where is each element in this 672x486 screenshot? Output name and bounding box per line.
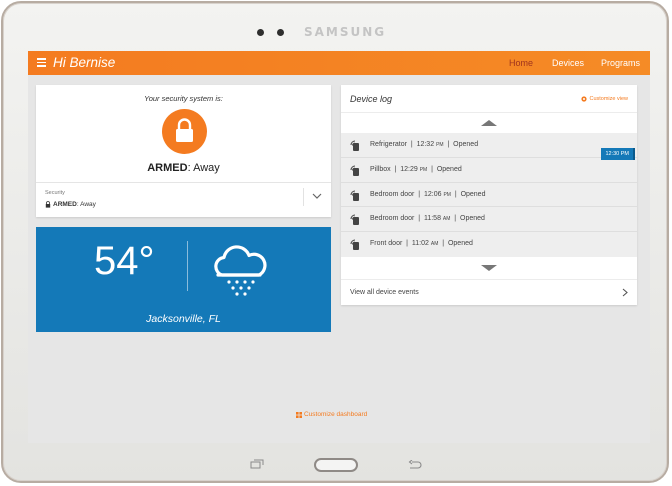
home-button[interactable] <box>314 458 358 472</box>
view-all-events-link[interactable]: View all device events <box>341 279 637 306</box>
top-bar: Hi Bernise Home Devices Programs <box>28 51 650 75</box>
nav-programs[interactable]: Programs <box>601 58 640 68</box>
sensor-icon <box>350 239 359 251</box>
small-lock-icon <box>45 201 51 208</box>
front-sensor <box>277 29 284 36</box>
arrow-down-icon <box>481 265 497 271</box>
device-log-card: Device log Customize view Refrigerator |… <box>341 85 637 305</box>
customize-view-link[interactable]: Customize view <box>581 96 628 102</box>
lock-icon <box>176 118 193 142</box>
device-log-list: Refrigerator | 12:32 PM | Opened Pillbox… <box>341 133 637 257</box>
log-entry[interactable]: Bedroom door | 12:06 PM | Opened <box>341 183 637 208</box>
back-icon[interactable] <box>408 460 423 470</box>
log-entry[interactable]: Front door | 11:02 AM | Opened <box>341 232 637 257</box>
divider <box>303 188 304 206</box>
grid-icon <box>296 411 302 418</box>
log-entry[interactable]: Bedroom door | 11:58 AM | Opened <box>341 207 637 233</box>
nav-home[interactable]: Home <box>509 58 533 68</box>
security-card: Your security system is: ARMED: Away Sec… <box>36 85 331 217</box>
device-brand: SAMSUNG <box>304 25 387 39</box>
log-entry-text: Pillbox | 12:29 PM | Opened <box>370 165 462 173</box>
greeting-text: Hi Bernise <box>53 55 116 70</box>
chevron-right-icon <box>622 288 628 297</box>
tablet-frame: SAMSUNG Hi Bernise Home Devices Programs… <box>1 1 669 483</box>
temperature: 54° <box>94 239 155 283</box>
rain-cloud-icon <box>214 245 267 296</box>
front-camera <box>257 29 264 36</box>
divider <box>187 241 188 291</box>
scroll-down-button[interactable] <box>341 257 637 279</box>
security-section-label: Security <box>45 190 65 196</box>
security-status: ARMED: Away <box>147 162 220 174</box>
log-entry-text: Bedroom door | 11:58 AM | Opened <box>370 215 485 223</box>
current-time-marker: 12:30 PM <box>601 148 635 160</box>
view-all-label: View all device events <box>350 289 419 296</box>
security-heading: Your security system is: <box>144 94 223 103</box>
device-log-title: Device log <box>350 94 393 104</box>
log-entry-text: Front door | 11:02 AM | Opened <box>370 240 473 248</box>
sensor-icon <box>350 165 359 176</box>
weather-location: Jacksonville, FL <box>146 313 221 325</box>
weather-card[interactable]: 54° Jacksonville, FL <box>36 227 331 332</box>
menu-icon[interactable] <box>37 58 46 67</box>
log-entry-text: Refrigerator | 12:32 PM | Opened <box>370 141 479 148</box>
log-entry[interactable]: Refrigerator | 12:32 PM | Opened <box>341 133 637 158</box>
chevron-down-icon[interactable] <box>312 192 322 200</box>
nav-devices[interactable]: Devices <box>552 58 584 68</box>
recent-apps-icon[interactable] <box>250 459 264 469</box>
security-status-button[interactable] <box>162 109 207 154</box>
log-entry[interactable]: Pillbox | 12:29 PM | Opened <box>341 158 637 183</box>
customize-dashboard-link[interactable]: Customize dashboard <box>296 411 367 418</box>
sensor-icon <box>350 190 359 201</box>
scroll-up-button[interactable] <box>341 112 637 134</box>
arrow-up-icon <box>481 120 497 126</box>
divider <box>36 182 331 183</box>
security-small-status: ARMED: Away <box>45 201 96 208</box>
app-screen: Hi Bernise Home Devices Programs Your se… <box>28 51 650 443</box>
sensor-icon <box>350 140 359 151</box>
sensor-icon <box>350 214 359 226</box>
log-entry-text: Bedroom door | 12:06 PM | Opened <box>370 190 486 198</box>
gear-icon <box>581 96 588 102</box>
